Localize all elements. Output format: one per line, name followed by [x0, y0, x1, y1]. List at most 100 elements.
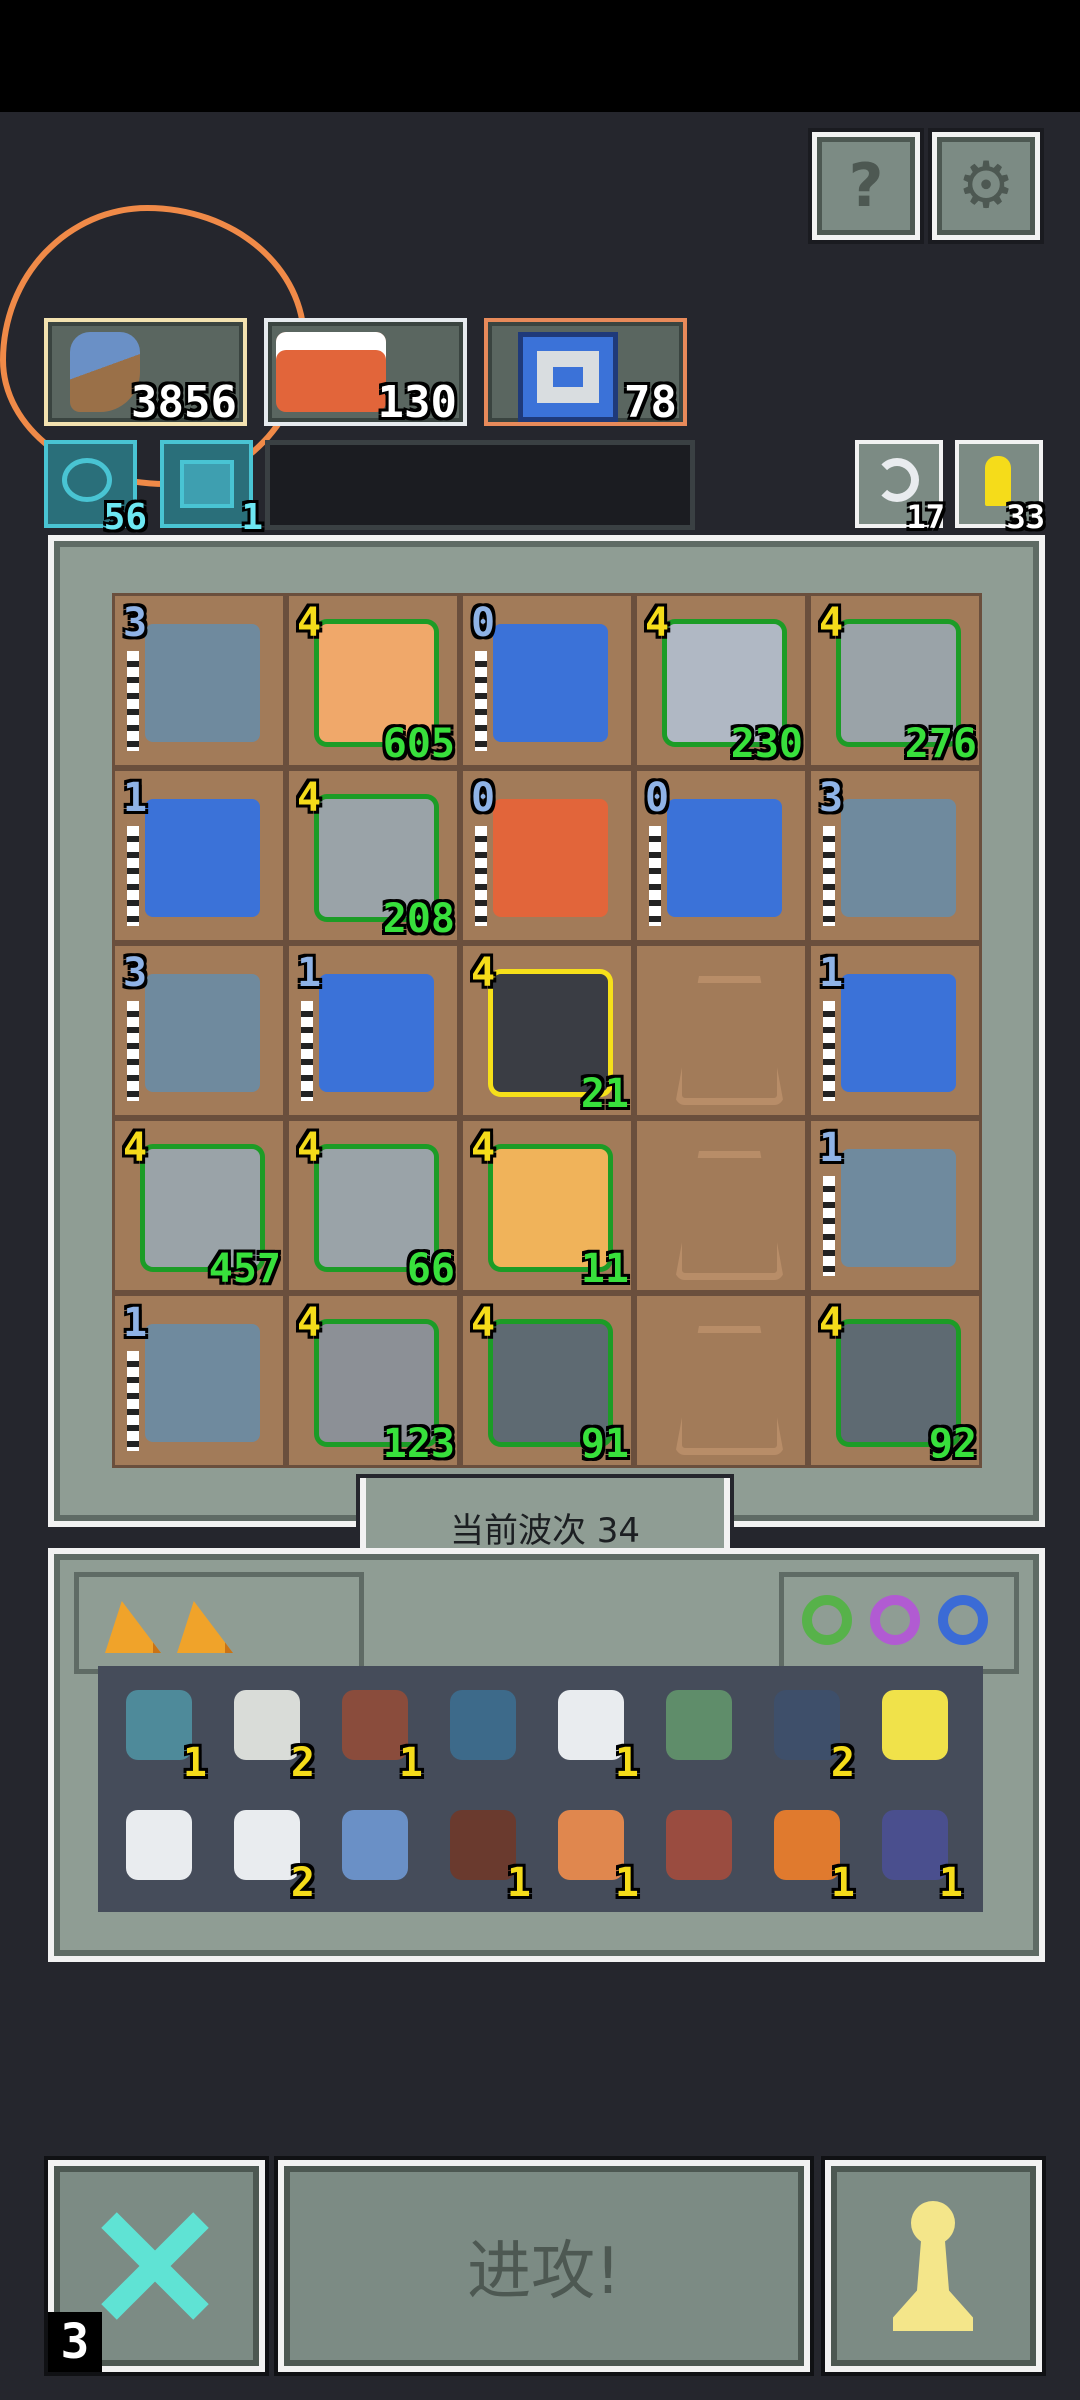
banner-tower-icon: [518, 332, 618, 422]
unit-count: 276: [904, 721, 977, 767]
undo-button[interactable]: 17: [855, 440, 945, 536]
portal-frame-icon: [666, 1690, 732, 1760]
ladder-icon: [127, 651, 139, 751]
inventory-item[interactable]: 2: [760, 1680, 855, 1786]
unit-level: 4: [297, 600, 322, 646]
ring-tab[interactable]: [779, 1572, 1019, 1674]
inventory-item[interactable]: 2: [220, 1800, 315, 1906]
board-cell[interactable]: 3: [112, 593, 286, 768]
fish-item-icon: [70, 332, 140, 412]
unit-level: 4: [471, 950, 496, 996]
unit-count: 605: [382, 721, 455, 767]
inventory-item[interactable]: [652, 1800, 747, 1900]
inventory-item[interactable]: 2: [220, 1680, 315, 1786]
board-cell[interactable]: 4 66: [286, 1118, 460, 1293]
inventory-item[interactable]: 1: [112, 1680, 207, 1786]
item-grid: 1 2 1 1 2 2 1 1 1 1: [98, 1666, 983, 1912]
unit-level: 4: [471, 1125, 496, 1171]
board-cell[interactable]: 3: [808, 768, 982, 943]
inventory-item[interactable]: 1: [544, 1800, 639, 1906]
resource-slot-3[interactable]: 78: [484, 318, 687, 428]
question-mark-icon: ?: [848, 151, 884, 221]
chip-count: 56: [103, 497, 147, 538]
settings-button[interactable]: ⚙: [932, 132, 1040, 240]
golem-unit-icon: [145, 1324, 260, 1442]
item-count: 1: [614, 1860, 639, 1906]
chip-slot-1[interactable]: 56: [44, 440, 147, 538]
cancel-button[interactable]: 3: [48, 2160, 265, 2372]
board-cell[interactable]: 1: [112, 1293, 286, 1468]
item-count: 1: [938, 1860, 963, 1906]
inventory-item[interactable]: [868, 1680, 963, 1780]
empty-board-cell[interactable]: [634, 943, 808, 1118]
resource-count: 130: [377, 377, 457, 428]
board-cell[interactable]: 4 21: [460, 943, 634, 1118]
demon-unit-icon: [493, 799, 608, 917]
inventory-item[interactable]: [436, 1680, 531, 1780]
inventory-item[interactable]: 1: [868, 1800, 963, 1906]
blue-ring-icon: [938, 1595, 988, 1645]
banner-unit-icon: [319, 974, 434, 1092]
inventory-item[interactable]: [328, 1800, 423, 1900]
volcano-icon: [666, 1810, 732, 1880]
board-cell[interactable]: 3: [112, 943, 286, 1118]
item-count: 1: [614, 1740, 639, 1786]
unit-count: 66: [406, 1246, 455, 1292]
board-cell[interactable]: 4 230: [634, 593, 808, 768]
board-cell[interactable]: 4 605: [286, 593, 460, 768]
board-cell[interactable]: 1: [286, 943, 460, 1118]
empty-board-cell[interactable]: [634, 1118, 808, 1293]
board-cell[interactable]: 4 11: [460, 1118, 634, 1293]
inventory-item[interactable]: [652, 1680, 747, 1780]
board-cell[interactable]: 0: [460, 593, 634, 768]
unit-count: 230: [730, 721, 803, 767]
board-cell[interactable]: 1: [808, 1118, 982, 1293]
inventory-item[interactable]: [112, 1800, 207, 1900]
unit-level: 4: [471, 1300, 496, 1346]
item-count: 2: [830, 1740, 855, 1786]
unit-level: 1: [819, 950, 844, 996]
board-cell[interactable]: 4 123: [286, 1293, 460, 1468]
inventory-item[interactable]: 1: [436, 1800, 531, 1906]
item-count: 1: [182, 1740, 207, 1786]
board-cell[interactable]: 4 92: [808, 1293, 982, 1468]
unit-level: 0: [471, 775, 496, 821]
board-cell[interactable]: 4 457: [112, 1118, 286, 1293]
board-cell[interactable]: 1: [808, 943, 982, 1118]
board-cell[interactable]: 0: [634, 768, 808, 943]
attack-button[interactable]: 进攻!: [278, 2160, 810, 2372]
inventory-item[interactable]: 1: [760, 1800, 855, 1906]
chip-count: 1: [241, 497, 263, 538]
resource-slot-1[interactable]: 3856: [44, 318, 247, 428]
unit-count: 123: [382, 1421, 455, 1467]
unit-level: 1: [297, 950, 322, 996]
board-cell[interactable]: 4 276: [808, 593, 982, 768]
gold-shard-icon: [105, 1601, 161, 1653]
ladder-icon: [649, 826, 661, 926]
golem-unit-icon: [145, 624, 260, 742]
close-icon: [99, 2211, 209, 2321]
shard-tab[interactable]: [74, 1572, 364, 1674]
unit-level: 4: [819, 1300, 844, 1346]
board-cell[interactable]: 1: [112, 768, 286, 943]
empty-board-cell[interactable]: [634, 1293, 808, 1468]
unit-level: 1: [123, 1300, 148, 1346]
item-count: 2: [290, 1860, 315, 1906]
key-button[interactable]: 33: [955, 440, 1045, 536]
inventory-item[interactable]: 1: [544, 1680, 639, 1786]
board-cell[interactable]: 0: [460, 768, 634, 943]
item-count: 2: [290, 1740, 315, 1786]
pawn-button[interactable]: [825, 2160, 1042, 2372]
chip-slot-2[interactable]: 1: [160, 440, 263, 538]
unit-count: 91: [580, 1421, 629, 1467]
key-count: 33: [1006, 498, 1045, 536]
inventory-item[interactable]: 1: [328, 1680, 423, 1786]
ladder-icon: [475, 651, 487, 751]
board-cell[interactable]: 4 91: [460, 1293, 634, 1468]
help-button[interactable]: ?: [812, 132, 920, 240]
resource-slot-2[interactable]: 130: [264, 318, 467, 428]
board-cell[interactable]: 4 208: [286, 768, 460, 943]
unit-level: 3: [123, 950, 148, 996]
unit-count: 208: [382, 896, 455, 942]
inventory-panel: 1 2 1 1 2 2 1 1 1 1: [48, 1548, 1045, 1962]
